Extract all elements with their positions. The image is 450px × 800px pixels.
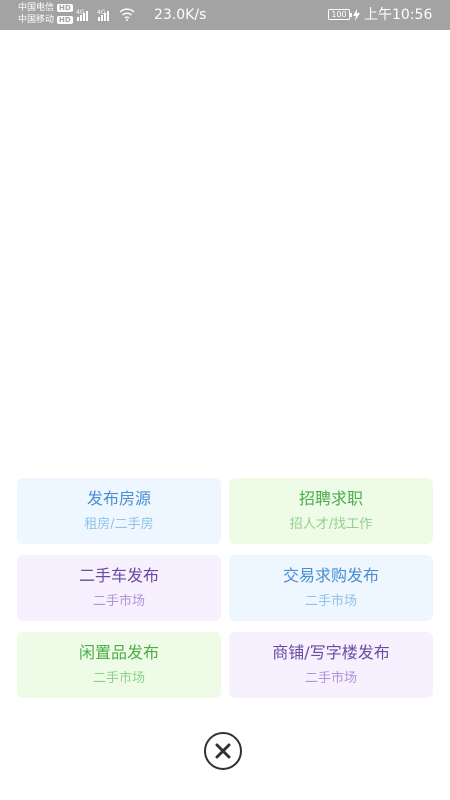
card-title: 交易求购发布 [282,566,379,585]
close-button[interactable] [204,732,242,770]
carrier-2-label: 中国移动 [18,15,55,25]
carrier-info: 中国电信 HD 中国移动 HD [18,2,73,26]
used-car-card[interactable]: 二手车发布 二手市场 [17,555,221,621]
signal-1-icon: 4G [76,10,88,21]
card-title: 商铺/写字楼发布 [272,643,390,662]
card-title: 招聘求职 [298,489,363,508]
recruitment-card[interactable]: 招聘求职 招人才/找工作 [229,478,433,544]
card-subtitle: 租房/二手房 [84,517,154,532]
card-subtitle: 招人才/找工作 [289,517,373,532]
signal-2-icon: 4G [97,10,109,21]
publish-housing-card[interactable]: 发布房源 租房/二手房 [17,478,221,544]
shop-office-card[interactable]: 商铺/写字楼发布 二手市场 [229,632,433,698]
network-speed: 23.0K/s [154,7,207,23]
wifi-icon [119,8,135,21]
clock: 上午10:56 [364,7,433,23]
publish-menu-grid: 发布房源 租房/二手房 招聘求职 招人才/找工作 二手车发布 二手市场 交易求购… [17,478,433,698]
idle-goods-card[interactable]: 闲置品发布 二手市场 [17,632,221,698]
trade-request-card[interactable]: 交易求购发布 二手市场 [229,555,433,621]
card-title: 发布房源 [86,489,151,508]
carrier-1-label: 中国电信 [18,3,55,13]
battery-icon: 100 [328,9,352,20]
status-bar: 中国电信 HD 中国移动 HD 4G 4G 23.0K/s 100 上午10:5… [0,0,450,30]
hd-badge-1: HD [57,4,73,12]
card-subtitle: 二手市场 [92,594,145,609]
card-title: 二手车发布 [78,566,159,585]
signal-indicators: 4G 4G [76,7,135,21]
hd-badge-2: HD [57,16,73,24]
card-subtitle: 二手市场 [304,594,357,609]
card-subtitle: 二手市场 [304,671,357,686]
close-icon [215,743,231,759]
card-title: 闲置品发布 [78,643,159,662]
card-subtitle: 二手市场 [92,671,145,686]
charging-icon [353,9,360,21]
